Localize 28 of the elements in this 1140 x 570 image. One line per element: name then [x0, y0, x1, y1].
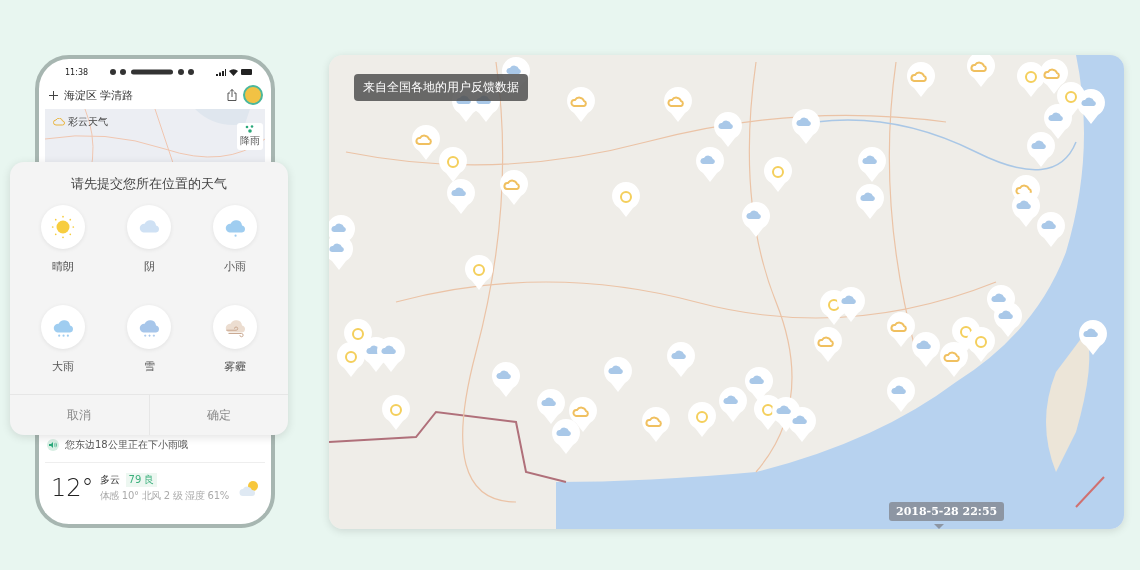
share-icon[interactable] — [227, 89, 237, 101]
cloud-logo-icon — [53, 118, 65, 126]
partly-cloudy-icon — [239, 479, 261, 497]
weather-option[interactable]: 雾霾 — [192, 304, 278, 394]
timestamp-tooltip: 2018-5-28 22:55 — [889, 502, 1005, 521]
speaker-icon — [49, 442, 57, 448]
rain-notice: 您东边18公里正在下小雨哦 — [65, 438, 188, 452]
battery-icon — [241, 69, 253, 75]
aqi-badge: 79 良 — [125, 473, 158, 487]
weather-option[interactable]: 晴朗 — [20, 205, 106, 295]
signal-icon — [216, 68, 226, 76]
dialog-title: 请先提交您所在位置的天气 — [70, 175, 228, 193]
map-caption: 来自全国各地的用户反馈数据 — [354, 74, 528, 101]
sunny-weather-icon — [50, 214, 76, 240]
weather-option[interactable]: 阴 — [106, 205, 192, 295]
add-icon[interactable] — [49, 90, 58, 100]
weather-details: 体感 10° 北风 2 级 湿度 61% — [99, 489, 230, 503]
weather-option[interactable]: 小雨 — [192, 205, 278, 295]
location-name[interactable]: 海淀区 学清路 — [64, 87, 221, 103]
dots-icon — [245, 125, 255, 133]
app-logo-text: 彩云天气 — [68, 115, 108, 129]
wifi-icon — [229, 68, 238, 76]
weather-option[interactable]: 大雨 — [20, 304, 106, 394]
rain-layer-button[interactable]: 降雨 — [237, 123, 263, 150]
temperature: 12° — [51, 474, 94, 502]
status-time: 11:38 — [65, 67, 89, 77]
weather-option[interactable]: 雪 — [106, 304, 192, 394]
condition: 多云 — [99, 473, 120, 487]
